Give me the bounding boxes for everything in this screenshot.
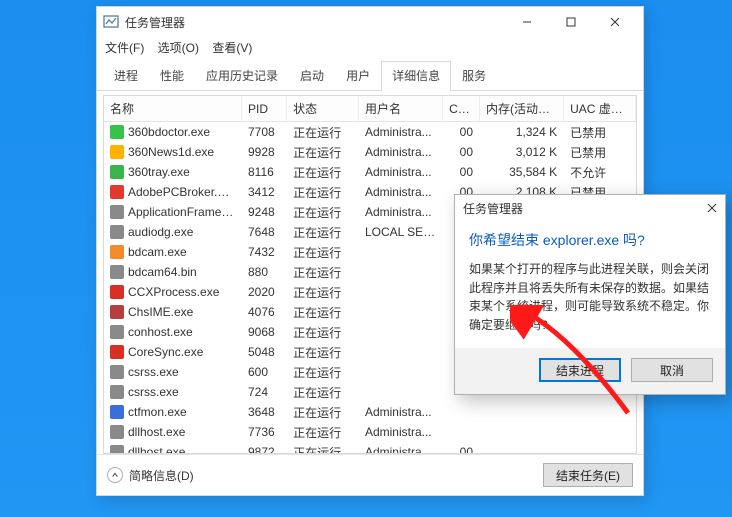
process-icon: [110, 245, 124, 259]
end-task-button[interactable]: 结束任务(E): [543, 463, 633, 487]
process-icon: [110, 225, 124, 239]
process-icon: [110, 325, 124, 339]
chevron-up-icon[interactable]: [107, 467, 123, 483]
process-icon: [110, 205, 124, 219]
process-icon: [110, 265, 124, 279]
maximize-button[interactable]: [549, 8, 593, 36]
dialog-close-icon[interactable]: [707, 202, 717, 216]
dialog-title: 任务管理器: [463, 200, 523, 217]
col-mem[interactable]: 内存(活动的...: [480, 96, 564, 122]
confirm-end-process-button[interactable]: 结束进程: [539, 358, 621, 382]
tab-5[interactable]: 详细信息: [381, 61, 451, 91]
col-pid[interactable]: PID: [241, 96, 286, 122]
process-icon: [110, 305, 124, 319]
process-icon: [110, 425, 124, 439]
close-button[interactable]: [593, 8, 637, 36]
table-row[interactable]: 360tray.exe8116正在运行Administra...0035,584…: [104, 162, 636, 182]
tabstrip: 进程性能应用历史记录启动用户详细信息服务: [97, 60, 643, 91]
col-user[interactable]: 用户名: [358, 96, 442, 122]
cancel-button[interactable]: 取消: [631, 358, 713, 382]
col-cpu[interactable]: CPU: [443, 96, 480, 122]
process-icon: [110, 445, 124, 454]
table-row[interactable]: ctfmon.exe3648正在运行Administra...: [104, 402, 636, 422]
table-row[interactable]: dllhost.exe7736正在运行Administra...: [104, 422, 636, 442]
col-status[interactable]: 状态: [287, 96, 359, 122]
process-icon: [110, 165, 124, 179]
table-header-row: 名称 PID 状态 用户名 CPU 内存(活动的... UAC 虚拟化: [104, 96, 636, 122]
col-name[interactable]: 名称: [104, 96, 241, 122]
minimize-button[interactable]: [505, 8, 549, 36]
table-row[interactable]: 360News1d.exe9928正在运行Administra...003,01…: [104, 142, 636, 162]
window-title: 任务管理器: [125, 14, 505, 31]
footer: 简略信息(D) 结束任务(E): [97, 454, 643, 495]
fewer-details-link[interactable]: 简略信息(D): [129, 467, 194, 484]
dialog-titlebar: 任务管理器: [455, 195, 725, 222]
titlebar: 任务管理器: [97, 7, 643, 37]
tab-4[interactable]: 用户: [335, 61, 381, 91]
dialog-body-text: 如果某个打开的程序与此进程关联，则会关闭此程序并且将丢失所有未保存的数据。如果结…: [469, 260, 711, 334]
dialog-heading: 你希望结束 explorer.exe 吗?: [469, 230, 711, 250]
dialog-button-row: 结束进程 取消: [455, 348, 725, 394]
process-icon: [110, 345, 124, 359]
col-uac[interactable]: UAC 虚拟化: [564, 96, 636, 122]
process-icon: [110, 145, 124, 159]
app-icon: [103, 14, 119, 30]
table-row[interactable]: 360bdoctor.exe7708正在运行Administra...001,3…: [104, 122, 636, 143]
confirm-dialog: 任务管理器 你希望结束 explorer.exe 吗? 如果某个打开的程序与此进…: [454, 194, 726, 395]
tab-1[interactable]: 性能: [149, 61, 195, 91]
tab-2[interactable]: 应用历史记录: [195, 61, 289, 91]
menu-file[interactable]: 文件(F): [105, 41, 144, 55]
process-icon: [110, 365, 124, 379]
process-icon: [110, 385, 124, 399]
process-icon: [110, 405, 124, 419]
process-icon: [110, 185, 124, 199]
menubar: 文件(F) 选项(O) 查看(V): [97, 37, 643, 60]
tab-3[interactable]: 启动: [289, 61, 335, 91]
tab-0[interactable]: 进程: [103, 61, 149, 91]
table-row[interactable]: dllhost.exe9872正在运行Administra...00: [104, 442, 636, 454]
process-icon: [110, 125, 124, 139]
menu-options[interactable]: 选项(O): [158, 41, 199, 55]
tab-6[interactable]: 服务: [451, 61, 497, 91]
process-icon: [110, 285, 124, 299]
menu-view[interactable]: 查看(V): [212, 41, 252, 55]
